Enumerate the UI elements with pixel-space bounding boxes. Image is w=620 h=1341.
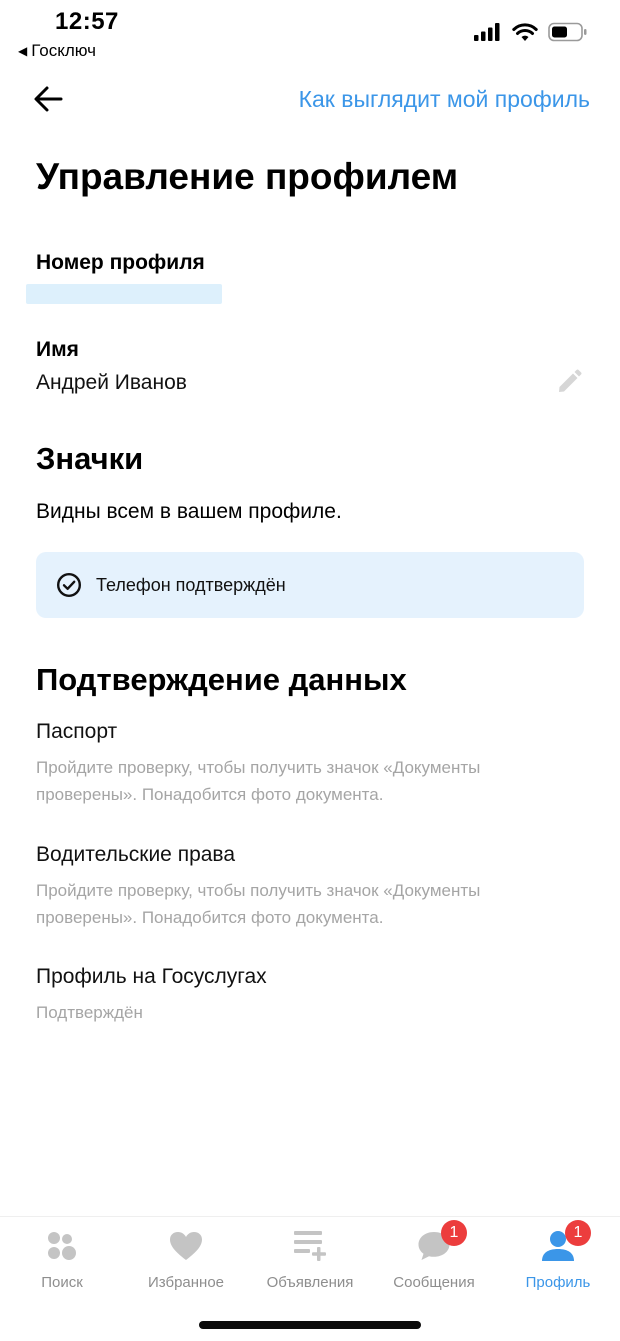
tab-favorites[interactable]: Избранное [124,1217,248,1297]
badges-description: Видны всем в вашем профиле. [36,500,342,523]
badges-title: Значки [36,441,144,476]
messages-badge-count: 1 [441,1220,467,1246]
status-icons [474,22,588,42]
tab-label: Профиль [525,1274,591,1291]
verify-passport[interactable]: Паспорт Пройдите проверку, чтобы получит… [36,720,576,808]
tab-profile[interactable]: 1 Профиль [496,1217,620,1297]
profile-management-screen: 12:57 ◀ Госключ Как выглядит мой профиль… [0,0,620,1341]
battery-icon [548,22,587,42]
tab-label: Объявления [266,1274,354,1291]
signal-icon [474,23,500,41]
chat-bubble-icon: 1 [416,1220,467,1263]
profile-number-label: Номер профиля [36,251,205,274]
page-title: Управление профилем [36,156,459,197]
heart-icon [168,1229,204,1263]
check-circle-icon [56,572,82,598]
verify-item-title: Водительские права [36,843,236,866]
pencil-icon[interactable] [555,368,583,396]
arrow-left-icon[interactable] [32,84,64,114]
name-value: Андрей Иванов [36,371,187,394]
tab-label: Сообщения [393,1274,475,1291]
back-triangle-icon: ◀ [18,44,28,58]
verify-item-status: Подтверждён [36,1003,143,1022]
verify-item-title: Профиль на Госуслугах [36,965,267,988]
search-dots-icon [44,1229,80,1263]
name-label: Имя [36,338,79,361]
verification-title: Подтверждение данных [36,662,407,697]
badge-label: Телефон подтверждён [96,574,286,595]
verify-item-title: Паспорт [36,720,118,743]
verify-item-description: Пройдите проверку, чтобы получить значок… [36,758,481,804]
badge-phone-verified: Телефон подтверждён [36,552,584,618]
tab-label: Избранное [147,1274,225,1291]
tab-messages[interactable]: 1 Сообщения [372,1217,496,1297]
verify-drivers-license[interactable]: Водительские права Пройдите проверку, чт… [36,843,576,931]
wifi-icon [512,23,538,41]
tab-listings[interactable]: Объявления [248,1217,372,1297]
status-time: 12:57 [55,8,119,35]
profile-badge-count: 1 [565,1220,591,1246]
profile-number-value-redacted [26,284,222,304]
list-add-icon [292,1229,328,1263]
tab-search[interactable]: Поиск [0,1217,124,1297]
person-icon: 1 [540,1220,591,1263]
status-back-app-label: Госключ [31,41,97,60]
verify-gosuslugi[interactable]: Профиль на Госуслугах Подтверждён [36,965,576,1026]
verify-item-description: Пройдите проверку, чтобы получить значок… [36,881,481,927]
how-profile-looks-link[interactable]: Как выглядит мой профиль [299,86,590,113]
home-indicator [199,1321,421,1329]
tab-label: Поиск [41,1274,83,1291]
status-back-to-app[interactable]: ◀ Госключ [18,41,96,61]
